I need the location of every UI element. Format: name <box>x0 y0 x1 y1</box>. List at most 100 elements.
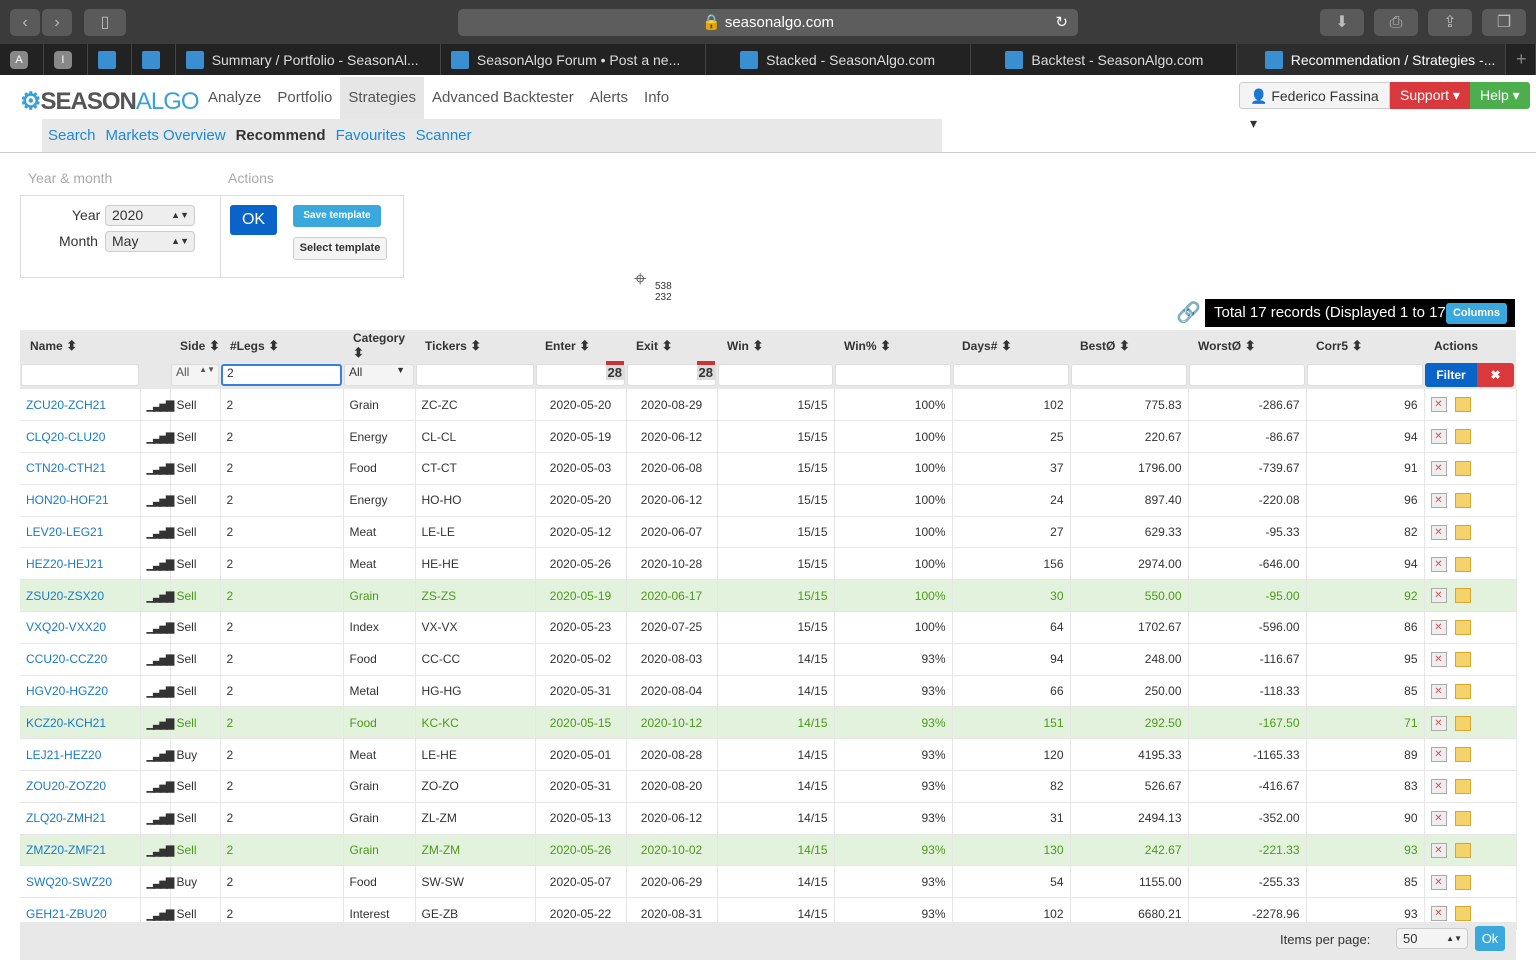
items-per-page-ok-button[interactable]: Ok <box>1475 926 1505 951</box>
best-filter[interactable] <box>1071 364 1187 386</box>
document-icon[interactable] <box>1454 492 1471 508</box>
strategy-name-cell[interactable]: VXQ20-VXX20 <box>20 611 141 644</box>
nav-info[interactable]: Info <box>636 77 677 119</box>
document-icon[interactable] <box>1454 524 1471 540</box>
clear-filter-button[interactable]: ✖ <box>1477 363 1514 387</box>
sort-icon[interactable]: ⬍ <box>1115 338 1130 353</box>
chart-icon[interactable]: ✕ <box>1430 747 1447 763</box>
columns-button[interactable]: Columns <box>1445 303 1507 324</box>
chart-icon[interactable]: ✕ <box>1430 492 1447 508</box>
items-per-page-select[interactable]: 50 ▲▼ <box>1396 928 1468 949</box>
sort-icon[interactable]: ⬍ <box>1241 338 1256 353</box>
subnav-recommend[interactable]: Recommend <box>236 127 326 144</box>
nav-portfolio[interactable]: Portfolio <box>269 77 340 119</box>
strategy-name-cell[interactable]: ZSU20-ZSX20 <box>20 579 141 613</box>
column-header[interactable]: Enter ⬍ <box>535 330 626 361</box>
select-template-button[interactable]: Select template <box>293 237 387 260</box>
chart-icon[interactable]: ✕ <box>1430 906 1447 922</box>
help-menu-button[interactable]: Help ▾ <box>1470 82 1530 109</box>
strategy-name-cell[interactable]: LEV20-LEG21 <box>20 516 141 549</box>
subnav-search[interactable]: Search <box>48 127 96 144</box>
ok-button[interactable]: OK <box>230 205 277 235</box>
chart-icon[interactable]: ✕ <box>1430 429 1447 445</box>
chart-icon[interactable]: ✕ <box>1430 461 1447 477</box>
reload-icon[interactable]: ↻ <box>1055 9 1068 36</box>
sort-icon[interactable]: ⬍ <box>749 338 764 353</box>
sort-icon[interactable]: ⬍ <box>265 338 279 353</box>
document-icon[interactable] <box>1454 588 1471 604</box>
chart-icon[interactable]: ✕ <box>1430 810 1447 826</box>
nav-strategies[interactable]: Strategies <box>340 77 424 119</box>
sort-icon[interactable]: ⬍ <box>1348 338 1363 353</box>
calendar-icon[interactable]: 28 <box>605 361 624 380</box>
strategy-name-cell[interactable]: CCU20-CCZ20 <box>20 643 141 676</box>
chart-icon[interactable]: ✕ <box>1430 651 1447 667</box>
sort-icon[interactable]: ⬍ <box>877 338 891 353</box>
new-tab-button[interactable]: + <box>1506 44 1536 75</box>
pinned-tab-translate[interactable] <box>88 44 132 75</box>
print-icon[interactable]: ⎙ <box>1374 9 1418 36</box>
strategy-name-cell[interactable]: ZMZ20-ZMF21 <box>20 834 141 867</box>
save-template-button[interactable]: Save template <box>293 205 381 227</box>
sort-icon[interactable]: ⬍ <box>63 338 77 353</box>
tab[interactable]: Summary / Portfolio - SeasonAl... <box>176 44 441 75</box>
document-icon[interactable] <box>1454 461 1471 477</box>
chart-icon[interactable]: ✕ <box>1430 620 1447 636</box>
legs-filter[interactable]: 2 <box>221 364 342 386</box>
sort-icon[interactable]: ⬍ <box>467 338 481 353</box>
win-filter[interactable] <box>718 364 833 386</box>
tabs-overview-icon[interactable]: ❐ <box>1482 9 1526 36</box>
column-header[interactable]: Days# ⬍ <box>952 330 1070 361</box>
worst-filter[interactable] <box>1189 364 1305 386</box>
user-menu-button[interactable]: 👤 Federico Fassina ▾ <box>1239 82 1390 131</box>
strategy-name-cell[interactable]: LEJ21-HEZ20 <box>20 738 141 772</box>
tickers-filter[interactable] <box>416 364 534 386</box>
category-filter[interactable]: All ▼ <box>344 364 414 386</box>
chart-icon[interactable]: ✕ <box>1430 556 1447 572</box>
strategy-name-cell[interactable]: ZOU20-ZOZ20 <box>20 770 141 803</box>
document-icon[interactable] <box>1454 683 1471 699</box>
document-icon[interactable] <box>1454 779 1471 795</box>
strategy-name-cell[interactable]: KCZ20-KCH21 <box>20 706 141 740</box>
side-filter[interactable]: All ▲▼ <box>171 364 219 386</box>
chart-icon[interactable]: ✕ <box>1430 397 1447 413</box>
sort-icon[interactable]: ⬍ <box>576 338 590 353</box>
share-icon[interactable]: ⇪ <box>1428 9 1472 36</box>
sort-icon[interactable]: ⬍ <box>997 338 1012 353</box>
chart-icon[interactable]: ✕ <box>1430 874 1447 890</box>
document-icon[interactable] <box>1454 906 1471 922</box>
calendar-icon[interactable]: 28 <box>696 361 715 380</box>
chart-icon[interactable]: ✕ <box>1430 715 1447 731</box>
document-icon[interactable] <box>1454 397 1471 413</box>
column-header[interactable]: Exit ⬍ <box>626 330 717 361</box>
tab[interactable]: Backtest - SeasonAlgo.com <box>971 44 1237 75</box>
document-icon[interactable] <box>1454 810 1471 826</box>
enter-date-filter[interactable]: 28 <box>536 361 625 386</box>
days-filter[interactable] <box>953 364 1069 386</box>
sidebar-toggle-icon[interactable]: ▯ <box>84 9 126 36</box>
column-header[interactable]: Win ⬍ <box>717 330 834 361</box>
strategy-name-cell[interactable]: SWQ20-SWZ20 <box>20 865 141 899</box>
column-header[interactable]: Corr5 ⬍ <box>1306 330 1424 361</box>
nav-advanced-backtester[interactable]: Advanced Backtester <box>424 77 582 119</box>
subnav-scanner[interactable]: Scanner <box>416 127 472 144</box>
month-select[interactable]: May ▲▼ <box>105 231 195 252</box>
document-icon[interactable] <box>1454 874 1471 890</box>
back-button[interactable]: ‹ <box>10 9 40 36</box>
tab-active[interactable]: Recommendation / Strategies -... <box>1236 44 1506 75</box>
strategy-name-cell[interactable]: CLQ20-CLU20 <box>20 420 141 454</box>
document-icon[interactable] <box>1454 747 1471 763</box>
strategy-name-cell[interactable]: HON20-HOF21 <box>20 484 141 517</box>
column-header[interactable]: Category ⬍ <box>343 330 415 361</box>
sort-icon[interactable]: ⬍ <box>205 338 220 353</box>
nav-analyze[interactable]: Analyze <box>200 77 269 119</box>
forward-button[interactable]: › <box>42 9 72 36</box>
document-icon[interactable] <box>1454 429 1471 445</box>
year-select[interactable]: 2020 ▲▼ <box>105 205 195 226</box>
pinned-tab[interactable]: A <box>0 44 44 75</box>
document-icon[interactable] <box>1454 651 1471 667</box>
sort-icon[interactable]: ⬍ <box>658 338 673 353</box>
chart-icon[interactable]: ✕ <box>1430 779 1447 795</box>
logo[interactable]: ⚙SEASONALGO <box>20 87 200 116</box>
address-bar[interactable]: 🔒 seasonalgo.com ↻ <box>458 9 1078 36</box>
